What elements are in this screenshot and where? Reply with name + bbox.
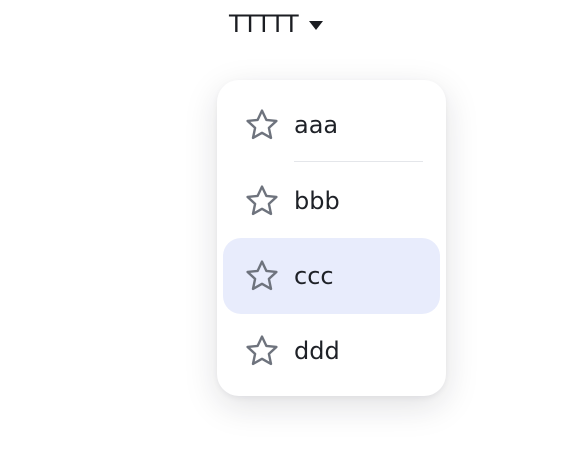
menu-divider bbox=[294, 161, 423, 162]
dropdown-trigger-label: TTTTT bbox=[229, 10, 299, 38]
menu-item-label: bbb bbox=[294, 187, 340, 215]
star-icon bbox=[244, 333, 280, 369]
menu-item-label: ddd bbox=[294, 337, 340, 365]
star-icon bbox=[244, 183, 280, 219]
menu-item-ccc[interactable]: ccc bbox=[223, 238, 440, 314]
star-icon bbox=[244, 258, 280, 294]
caret-down-icon bbox=[309, 20, 324, 30]
menu-item-ddd[interactable]: ddd bbox=[223, 313, 440, 389]
dropdown-menu: aaa bbb ccc ddd bbox=[217, 80, 446, 396]
dropdown-trigger[interactable]: TTTTT bbox=[229, 8, 324, 40]
star-icon bbox=[244, 107, 280, 143]
menu-item-label: aaa bbox=[294, 111, 339, 139]
menu-item-bbb[interactable]: bbb bbox=[223, 163, 440, 239]
page: TTTTT aaa bbb ccc ddd bbox=[0, 0, 561, 460]
menu-item-aaa[interactable]: aaa bbox=[223, 87, 440, 163]
menu-item-label: ccc bbox=[294, 262, 334, 290]
